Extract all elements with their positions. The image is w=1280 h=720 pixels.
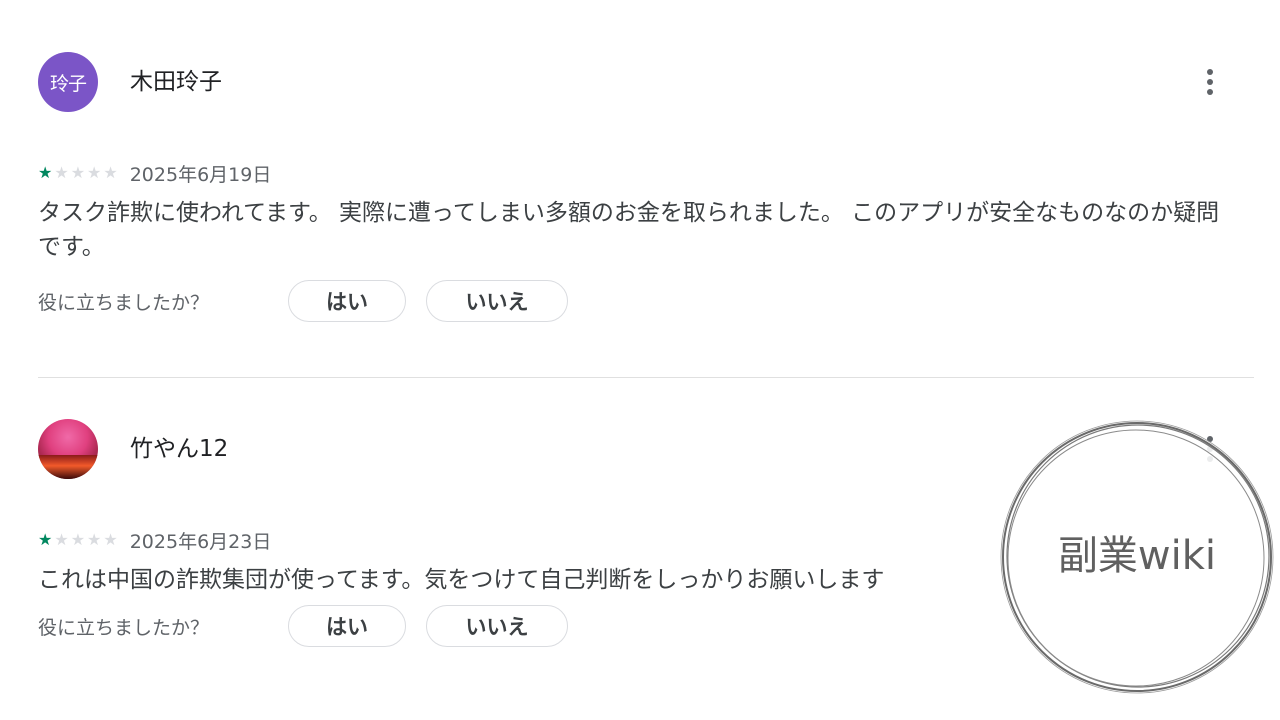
star-icon: ★ [54,530,69,549]
review-meta: ★ ★ ★ ★ ★ 2025年6月19日 [38,160,1254,186]
helpful-no-button[interactable]: いいえ [426,605,568,647]
star-icon: ★ [38,530,53,549]
review-card: 玲子 木田玲子 ★ ★ ★ ★ ★ 2025年6月19日 タスク詐欺に使われてます。 実… [38,52,1254,324]
reviews-page: 玲子 木田玲子 ★ ★ ★ ★ ★ 2025年6月19日 タスク詐欺に使われてます。 実… [0,0,1280,720]
more-vert-icon-dot [1207,79,1213,85]
review-text: タスク詐欺に使われてます。 実際に遭ってしまい多額のお金を取られました。 このア… [38,200,1220,260]
star-icon: ★ [103,163,118,182]
review-text: これは中国の詐欺集団が使ってます。気をつけて自己判断をしっかりお願いします [38,567,885,593]
star-rating: ★ ★ ★ ★ ★ [38,165,118,181]
review-date: 2025年6月19日 [129,163,272,186]
review-meta: ★ ★ ★ ★ ★ 2025年6月23日 [38,527,1254,553]
star-icon: ★ [38,163,53,182]
helpful-question: 役に立ちましたか？ [38,291,210,314]
more-options-button[interactable] [1192,429,1228,469]
avatar: 玲子 [38,52,98,112]
review-card: 竹やん12 ★ ★ ★ ★ ★ 2025年6月23日 これは中国の詐欺集団が使ってます。… [38,419,1254,649]
star-icon: ★ [70,163,86,182]
author-name: 竹やん12 [130,436,229,462]
more-vert-icon-dot [1207,89,1213,95]
helpful-row: 役に立ちましたか？ はい いいえ [38,278,1254,324]
more-options-button[interactable] [1192,62,1228,102]
helpful-yes-button[interactable]: はい [288,280,406,322]
review-header: 玲子 木田玲子 [38,52,1254,112]
review-date: 2025年6月23日 [129,530,272,553]
review-divider [38,377,1254,378]
more-vert-icon-dot [1207,446,1213,452]
star-icon: ★ [54,163,69,182]
helpful-yes-button[interactable]: はい [288,605,406,647]
helpful-row: 役に立ちましたか？ はい いいえ [38,603,1254,649]
star-icon: ★ [87,530,102,549]
star-icon: ★ [103,530,118,549]
more-vert-icon [1207,69,1213,75]
helpful-question: 役に立ちましたか？ [38,616,210,639]
more-vert-icon [1207,436,1213,442]
review-header: 竹やん12 [38,419,1254,479]
more-vert-icon-dot [1207,456,1213,462]
helpful-no-button[interactable]: いいえ [426,280,568,322]
star-icon: ★ [70,530,86,549]
star-icon: ★ [87,163,102,182]
avatar [38,419,98,479]
author-name: 木田玲子 [130,69,222,95]
star-rating: ★ ★ ★ ★ ★ [38,532,118,548]
